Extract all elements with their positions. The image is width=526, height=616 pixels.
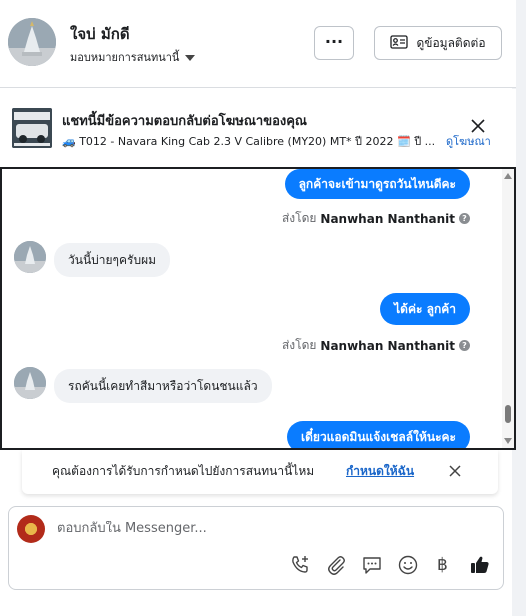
message-bubble-outgoing[interactable]: เดี๋ยวแอดมินแจ้งเชลล์ให้นะคะ [287,421,470,448]
avatar[interactable] [14,367,46,399]
avatar[interactable] [14,241,46,273]
payment-baht-icon[interactable]: ฿ [437,554,448,576]
close-icon[interactable] [468,116,488,136]
contact-name: ใจบ่ มักดี [70,25,130,43]
message-bubble-incoming[interactable]: รถคันนี้เคยทำสีมาหรือว่าโดนชนแล้ว [54,369,272,403]
message-bubble-outgoing[interactable]: ได้ค่ะ ลูกค้า [380,293,470,325]
scrollbar[interactable] [502,169,514,448]
message-thread[interactable]: ลูกค้าจะเข้ามาดูรถวันไหนดีคะ ส่งโดย Nanw… [0,167,516,450]
contact-card-icon [390,34,409,52]
message-bubble-outgoing[interactable]: ลูกค้าจะเข้ามาดูรถวันไหนดีคะ [284,169,470,199]
scroll-down-icon[interactable] [504,438,512,444]
more-options-button[interactable]: ··· [314,26,354,60]
emoji-icon[interactable] [397,554,419,576]
scroll-up-icon[interactable] [504,173,512,179]
sender-name: Nanwhan Nanthanit [320,211,455,226]
assign-to-me-link[interactable]: กำหนดให้ฉัน [346,462,414,481]
sent-by-prefix: ส่งโดย [281,338,317,352]
sent-by-prefix: ส่งโดย [281,211,317,225]
page-avatar [17,515,45,543]
reply-input[interactable] [57,521,477,536]
conversation-header: ใจบ่ มักดี มอบหมายการสนทนานี้ ··· ดูข้อม… [0,0,516,88]
close-icon[interactable] [447,463,463,479]
sender-name: Nanwhan Nanthanit [320,338,455,353]
help-icon[interactable]: ? [459,213,470,224]
view-contact-button[interactable]: ดูข้อมูลติดต่อ [374,26,502,60]
assign-prompt: คุณต้องการได้รับการกำหนดไปยังการสนทนานี้… [22,450,498,494]
message-bubble-incoming[interactable]: วันนี้บ่ายๆครับผม [54,243,171,277]
assign-dropdown[interactable]: มอบหมายการสนทนานี้ [70,48,196,66]
ad-banner-detail: 🚙 T012 - Navara King Cab 2.3 V Calibre (… [62,135,436,148]
scrollbar-thumb[interactable] [505,405,511,423]
paperclip-icon[interactable] [325,554,347,576]
thumbs-up-icon[interactable] [469,554,491,576]
ad-thumbnail[interactable] [12,108,52,148]
contact-avatar[interactable] [8,18,56,66]
assign-prompt-text: คุณต้องการได้รับการกำหนดไปยังการสนทนานี้… [52,464,315,478]
sent-by-label: ส่งโดย Nanwhan Nanthanit ? [282,336,470,355]
help-icon[interactable]: ? [459,340,470,351]
view-contact-label: ดูข้อมูลติดต่อ [416,35,486,50]
ad-banner-title: แชทนี้มีข้อความตอบกลับต่อโฆษณาของคุณ [62,114,307,129]
assign-dropdown-label: มอบหมายการสนทนานี้ [70,51,180,64]
phone-add-icon[interactable] [289,554,311,576]
ad-reply-banner: แชทนี้มีข้อความตอบกลับต่อโฆษณาของคุณ 🚙 T… [0,89,516,167]
reply-composer: ฿ [8,506,504,590]
sent-by-label: ส่งโดย Nanwhan Nanthanit ? [282,209,470,228]
saved-reply-icon[interactable] [361,554,383,576]
caret-down-icon [185,55,196,61]
